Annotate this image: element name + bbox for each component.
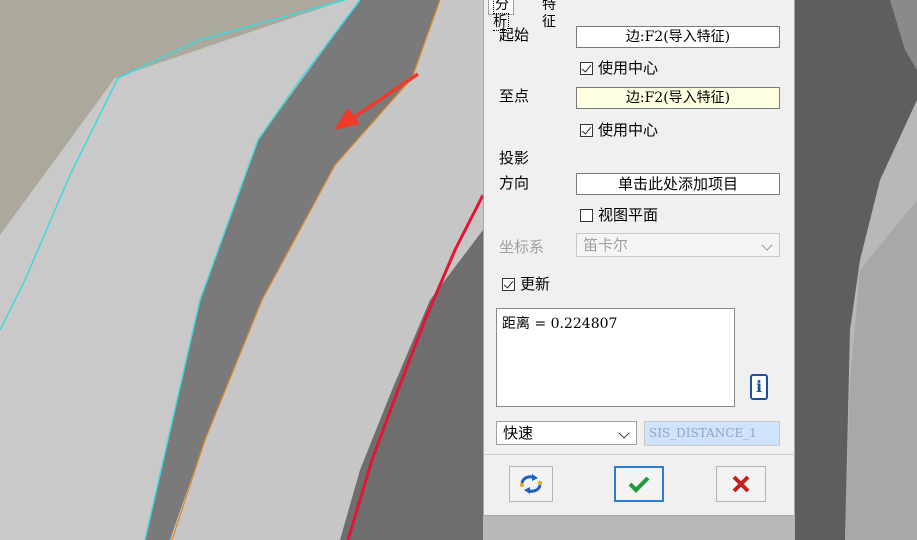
from-use-center-checkbox[interactable]: 使用中心: [580, 59, 658, 77]
ok-button[interactable]: [614, 466, 664, 502]
from-label: 起始: [499, 26, 530, 44]
chevron-down-icon: [761, 239, 773, 251]
tab-analysis[interactable]: 分析: [488, 0, 514, 31]
checkbox-checked-icon: [502, 278, 515, 291]
distance-property-panel: 分析 特征 起始 边:F2(导入特征) 使用中心 至点 边:F2(导入特征) 使…: [483, 0, 795, 516]
update-checkbox[interactable]: 更新: [502, 275, 550, 293]
chevron-down-icon: [618, 427, 630, 439]
result-label: 距离: [502, 316, 530, 332]
direction-label: 方向: [499, 174, 530, 192]
checkbox-checked-icon: [580, 62, 593, 75]
coord-system-label: 坐标系: [499, 238, 545, 256]
mode-value: 快速: [503, 424, 534, 442]
checkbox-checked-icon: [580, 124, 593, 137]
update-label: 更新: [520, 275, 551, 293]
coord-system-dropdown[interactable]: 笛卡尔: [576, 233, 780, 257]
regenerate-icon: [520, 474, 542, 494]
projection-label: 投影: [499, 149, 530, 167]
regenerate-button[interactable]: [509, 466, 553, 502]
mode-dropdown[interactable]: 快速: [496, 421, 637, 445]
coord-system-value: 笛卡尔: [583, 236, 629, 254]
result-text-box: 距离 = 0.224807: [496, 308, 735, 407]
to-use-center-checkbox[interactable]: 使用中心: [580, 121, 658, 139]
from-use-center-label: 使用中心: [598, 59, 659, 77]
to-reference-field[interactable]: 边:F2(导入特征): [576, 87, 780, 109]
divider: [484, 454, 794, 455]
cancel-x-icon: [732, 475, 750, 493]
info-icon[interactable]: i: [750, 374, 768, 400]
cancel-button[interactable]: [716, 466, 766, 502]
tab-feature[interactable]: 特征: [538, 0, 560, 30]
ok-check-icon: [628, 476, 650, 493]
to-use-center-label: 使用中心: [598, 121, 659, 139]
to-label: 至点: [499, 87, 530, 105]
feature-name-field[interactable]: SIS_DISTANCE_1: [644, 421, 780, 446]
checkbox-unchecked-icon: [580, 209, 593, 222]
result-value: = 0.224807: [530, 316, 618, 332]
view-plane-checkbox[interactable]: 视图平面: [580, 206, 658, 224]
from-reference-field[interactable]: 边:F2(导入特征): [576, 26, 780, 48]
direction-field[interactable]: 单击此处添加项目: [576, 173, 780, 195]
view-plane-label: 视图平面: [598, 206, 659, 224]
